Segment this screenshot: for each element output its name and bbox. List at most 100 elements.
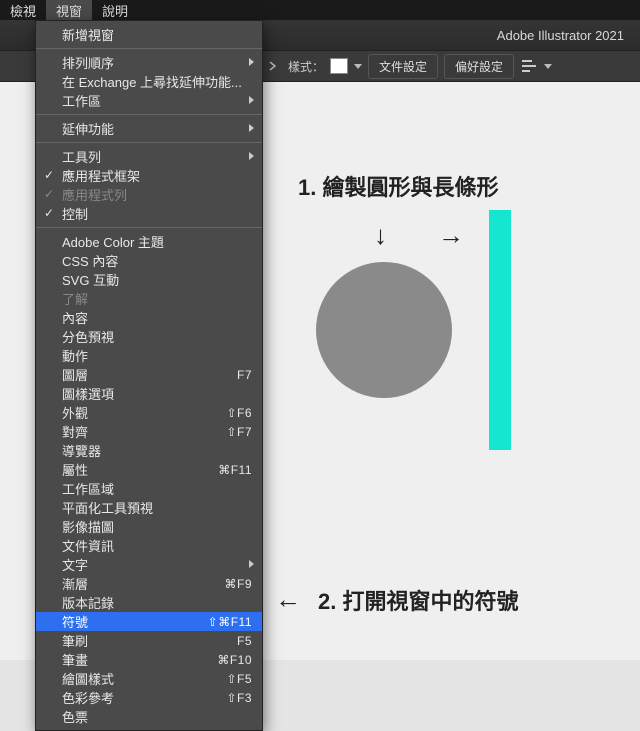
toolbar-next-icon[interactable] — [264, 61, 282, 71]
submenu-arrow-icon — [249, 58, 254, 66]
menu-item-label: 應用程式列 — [62, 185, 252, 204]
menu-item[interactable]: Adobe Color 主題 — [36, 232, 262, 251]
menu-item-label: 排列順序 — [62, 53, 252, 72]
menu-item[interactable]: ✓ 控制 — [36, 204, 262, 223]
menubar: 檢視 視窗 說明 — [0, 0, 640, 20]
menu-item-label: 外觀 — [62, 403, 226, 422]
menu-item[interactable]: 圖樣選項 — [36, 384, 262, 403]
menu-item-label: 符號 — [62, 612, 208, 631]
menu-item[interactable]: 導覽器 — [36, 441, 262, 460]
style-dropdown-icon[interactable] — [354, 64, 362, 69]
menu-item[interactable]: 筆刷F5 — [36, 631, 262, 650]
menu-item[interactable]: 圖層F7 — [36, 365, 262, 384]
pref-settings-button[interactable]: 偏好設定 — [444, 54, 514, 79]
menu-item[interactable]: 內容 — [36, 308, 262, 327]
menu-item[interactable]: 新增視窗 — [36, 25, 262, 44]
menu-item[interactable]: 文字 — [36, 555, 262, 574]
menu-item-label: 影像描圖 — [62, 517, 252, 536]
menu-item-shortcut: ⌘F11 — [218, 463, 252, 477]
menu-item[interactable]: SVG 互動 — [36, 270, 262, 289]
style-swatch[interactable] — [330, 58, 348, 74]
check-icon: ✓ — [44, 206, 54, 220]
menu-item-shortcut: ⌘F9 — [224, 577, 252, 591]
menu-item-label: 文件資訊 — [62, 536, 252, 555]
menu-item-label: 漸層 — [62, 574, 224, 593]
menu-item-label: 工作區域 — [62, 479, 252, 498]
menu-item: ✓應用程式列 — [36, 185, 262, 204]
menu-item[interactable]: 外觀⇧F6 — [36, 403, 262, 422]
annotation-step1: 1. 繪製圓形與長條形 — [298, 170, 498, 202]
menu-item-label: 文字 — [62, 555, 252, 574]
menu-item[interactable]: 在 Exchange 上尋找延伸功能... — [36, 72, 262, 91]
bar-shape — [489, 210, 511, 450]
menu-item[interactable]: ✓應用程式框架 — [36, 166, 262, 185]
menu-item-shortcut: ⇧F7 — [226, 425, 252, 439]
menu-item[interactable]: 符號⇧⌘F11 — [36, 612, 262, 631]
menu-item[interactable]: 工具列 — [36, 147, 262, 166]
menu-item-shortcut: F5 — [237, 634, 252, 648]
menu-item-label: 延伸功能 — [62, 119, 252, 138]
menu-item[interactable]: 影像描圖 — [36, 517, 262, 536]
annotation-step2: 2. 打開視窗中的符號 — [318, 584, 518, 616]
style-label: 樣式： — [288, 58, 324, 75]
menu-item[interactable]: 排列順序 — [36, 53, 262, 72]
align-icon[interactable] — [520, 58, 538, 74]
menu-item-label: 控制 — [62, 204, 252, 223]
circle-shape — [316, 262, 452, 398]
menu-item[interactable]: 色票 — [36, 707, 262, 726]
submenu-arrow-icon — [249, 152, 254, 160]
menu-separator — [36, 227, 262, 228]
menu-separator — [36, 114, 262, 115]
menu-item[interactable]: 屬性⌘F11 — [36, 460, 262, 479]
menu-item[interactable]: CSS 內容 — [36, 251, 262, 270]
menu-item-label: 色票 — [62, 707, 252, 726]
menu-item[interactable]: 動作 — [36, 346, 262, 365]
menu-item-label: 繪圖樣式 — [62, 669, 226, 688]
menu-item[interactable]: 色彩參考⇧F3 — [36, 688, 262, 707]
menu-item[interactable]: 文件資訊 — [36, 536, 262, 555]
menu-item[interactable]: 平面化工具預視 — [36, 498, 262, 517]
menu-item-label: 了解 — [62, 289, 252, 308]
menu-item[interactable]: 分色預視 — [36, 327, 262, 346]
menu-item[interactable]: 漸層⌘F9 — [36, 574, 262, 593]
arrow-down-icon: ↓ — [374, 220, 387, 251]
menu-item-label: 色彩參考 — [62, 688, 226, 707]
menu-item[interactable]: 對齊⇧F7 — [36, 422, 262, 441]
menu-help[interactable]: 說明 — [92, 0, 138, 20]
menu-item-label: 圖樣選項 — [62, 384, 252, 403]
menu-item[interactable]: 版本記錄 — [36, 593, 262, 612]
submenu-arrow-icon — [249, 124, 254, 132]
menu-item[interactable]: 工作區 — [36, 91, 262, 110]
menu-item[interactable]: 工作區域 — [36, 479, 262, 498]
arrow-left-icon: ← — [275, 584, 301, 615]
menu-item-label: 圖層 — [62, 365, 237, 384]
menu-item-shortcut: ⇧F5 — [226, 672, 252, 686]
menu-item[interactable]: 延伸功能 — [36, 119, 262, 138]
menu-item-label: 工作區 — [62, 91, 252, 110]
menu-window[interactable]: 視窗 — [46, 0, 92, 20]
doc-settings-button[interactable]: 文件設定 — [368, 54, 438, 79]
menu-item-label: 分色預視 — [62, 327, 252, 346]
window-menu-panel: 新增視窗排列順序在 Exchange 上尋找延伸功能...工作區延伸功能工具列✓… — [35, 20, 263, 731]
menu-item-label: 在 Exchange 上尋找延伸功能... — [62, 72, 252, 91]
submenu-arrow-icon — [249, 96, 254, 104]
menu-item-label: 對齊 — [62, 422, 226, 441]
submenu-arrow-icon — [249, 560, 254, 568]
menu-item-shortcut: ⇧F6 — [226, 406, 252, 420]
menu-item-label: 內容 — [62, 308, 252, 327]
menu-item-label: 平面化工具預視 — [62, 498, 252, 517]
menu-item-label: 工具列 — [62, 147, 252, 166]
menu-item-label: 筆刷 — [62, 631, 237, 650]
menu-item: 了解 — [36, 289, 262, 308]
menu-item-label: SVG 互動 — [62, 270, 252, 289]
menu-item[interactable]: 繪圖樣式⇧F5 — [36, 669, 262, 688]
menu-item-shortcut: ⇧F3 — [226, 691, 252, 705]
menu-item-label: CSS 內容 — [62, 251, 252, 270]
menu-item-shortcut: F7 — [237, 368, 252, 382]
menu-item-label: 屬性 — [62, 460, 218, 479]
check-icon: ✓ — [44, 168, 54, 182]
menu-item-label: 新增視窗 — [62, 25, 252, 44]
align-dropdown-icon[interactable] — [544, 64, 552, 69]
menu-view[interactable]: 檢視 — [0, 0, 46, 20]
menu-item-label: Adobe Color 主題 — [62, 232, 252, 251]
